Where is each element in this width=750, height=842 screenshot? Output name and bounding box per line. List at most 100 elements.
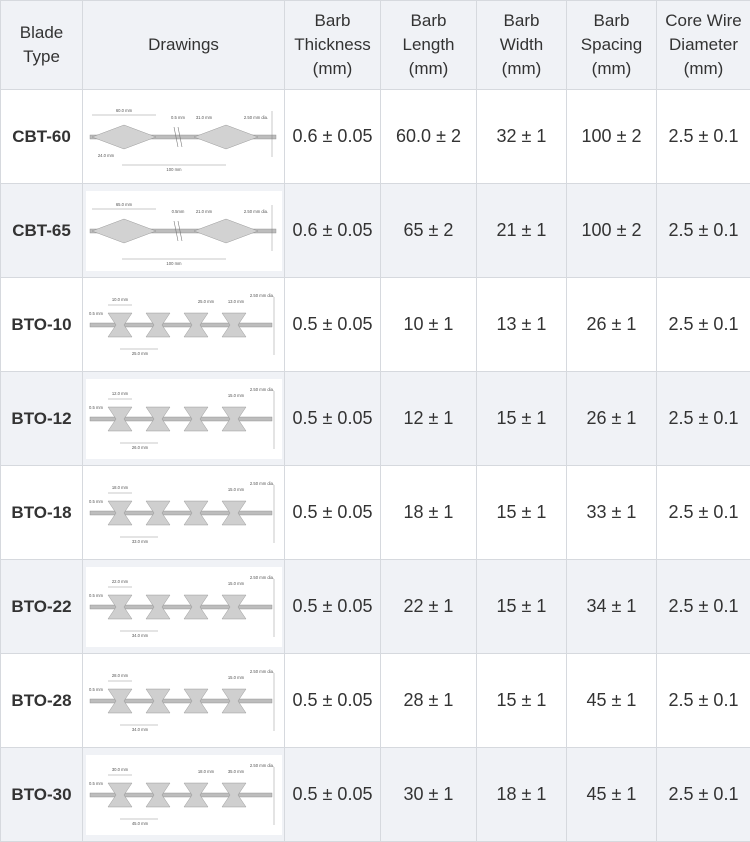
spec-value-length: 18 ± 1 <box>381 466 477 560</box>
dimension-label: 100 mm <box>166 167 182 172</box>
blade-drawing-svg: 22.0 mm0.5 mm15.0 mm2.50 mm dia.34.0 mm <box>86 567 282 647</box>
dimension-label: 0.5 mm <box>89 499 103 504</box>
column-header-line: (mm) <box>684 59 724 78</box>
table-row: BTO-1212.0 mm0.5 mm15.0 mm2.50 mm dia.26… <box>1 372 750 466</box>
dimension-label: 2.50 mm dia. <box>249 669 273 674</box>
dimension-label: 0.5mm <box>171 209 184 214</box>
table-row: BTO-2828.0 mm0.5 mm15.0 mm2.50 mm dia.34… <box>1 654 750 748</box>
spec-value-spacing: 33 ± 1 <box>567 466 657 560</box>
table-row: BTO-1010.0 mm0.5 mm25.0 mm13.0 mm2.50 mm… <box>1 278 750 372</box>
blade-type-cell: CBT-60 <box>1 90 83 184</box>
column-header: BladeType <box>1 1 83 90</box>
dimension-label: 26.0 mm <box>131 445 148 450</box>
dimension-label: 22.0 mm <box>111 579 128 584</box>
dimension-label: 0.5 mm <box>89 311 103 316</box>
dimension-label: 34.0 mm <box>131 727 148 732</box>
column-header-line: Diameter <box>669 35 738 54</box>
column-header: Core Wire Diameter (mm) <box>657 1 750 90</box>
column-header-line: Core Wire <box>665 11 742 30</box>
drawing-cell: 18.0 mm0.5 mm15.0 mm2.50 mm dia.33.0 mm <box>83 466 285 560</box>
drawing-cell: 30.0 mm0.5 mm18.0 mm35.0 mm2.50 mm dia.4… <box>83 748 285 842</box>
spec-value-thickness: 0.5 ± 0.05 <box>285 466 381 560</box>
spec-value-core: 2.5 ± 0.1 <box>657 654 750 748</box>
dimension-label: 2.50 mm dia. <box>249 387 273 392</box>
spec-value-core: 2.5 ± 0.1 <box>657 278 750 372</box>
column-header: Barb Spacing (mm) <box>567 1 657 90</box>
spec-value-spacing: 45 ± 1 <box>567 654 657 748</box>
spec-value-core: 2.5 ± 0.1 <box>657 372 750 466</box>
table-row: BTO-1818.0 mm0.5 mm15.0 mm2.50 mm dia.33… <box>1 466 750 560</box>
spec-value-thickness: 0.5 ± 0.05 <box>285 654 381 748</box>
barb-shape <box>194 125 258 149</box>
blade-drawing-svg: 30.0 mm0.5 mm18.0 mm35.0 mm2.50 mm dia.4… <box>86 755 282 835</box>
column-header-line: (mm) <box>592 59 632 78</box>
dimension-label: 60.0 mm <box>115 108 132 113</box>
spec-value-length: 60.0 ± 2 <box>381 90 477 184</box>
blade-type-cell: BTO-12 <box>1 372 83 466</box>
dimension-label: 28.0 mm <box>111 673 128 678</box>
spec-value-length: 28 ± 1 <box>381 654 477 748</box>
column-header-line: Width <box>500 35 543 54</box>
spec-value-thickness: 0.6 ± 0.05 <box>285 90 381 184</box>
column-header-line: Barb <box>411 11 447 30</box>
dimension-label: 0.5 mm <box>89 593 103 598</box>
blade-type-cell: BTO-28 <box>1 654 83 748</box>
blade-type-cell: BTO-10 <box>1 278 83 372</box>
dimension-label: 18.0 mm <box>111 485 128 490</box>
barb-shape <box>194 219 258 243</box>
header-row: BladeType Drawings Barb Thickness (mm) Barb Le… <box>1 1 750 90</box>
blade-drawing-svg: 12.0 mm0.5 mm15.0 mm2.50 mm dia.26.0 mm <box>86 379 282 459</box>
blade-drawing: 12.0 mm0.5 mm15.0 mm2.50 mm dia.26.0 mm <box>86 379 282 459</box>
column-header-line: Type <box>23 47 60 66</box>
dimension-label: 12.0 mm <box>111 391 128 396</box>
spec-value-core: 2.5 ± 0.1 <box>657 748 750 842</box>
spec-value-thickness: 0.5 ± 0.05 <box>285 372 381 466</box>
blade-drawing: 60.0 mm0.5 mm31.0 mm2.50 mm dia.24.0 mm1… <box>86 97 282 177</box>
dimension-label: 2.50 mm dia. <box>249 481 273 486</box>
column-header: BarbThickness(mm) <box>285 1 381 90</box>
spec-value-thickness: 0.5 ± 0.05 <box>285 278 381 372</box>
blade-drawing-svg: 65.0 mm0.5mm21.0 mm2.50 mm dia.100 mm <box>86 191 282 271</box>
dimension-label: 18.0 mm <box>197 769 214 774</box>
spec-value-thickness: 0.6 ± 0.05 <box>285 184 381 278</box>
dimension-label: 2.50 mm dia. <box>249 575 273 580</box>
column-header-line: (mm) <box>409 59 449 78</box>
spec-value-length: 65 ± 2 <box>381 184 477 278</box>
spec-value-width: 32 ± 1 <box>477 90 567 184</box>
blade-drawing-svg: 18.0 mm0.5 mm15.0 mm2.50 mm dia.33.0 mm <box>86 473 282 553</box>
dimension-label: 2.50 mm dia. <box>243 209 267 214</box>
column-header-line: (mm) <box>502 59 542 78</box>
barb-shape <box>92 219 156 243</box>
spec-value-length: 10 ± 1 <box>381 278 477 372</box>
blade-drawing: 10.0 mm0.5 mm25.0 mm13.0 mm2.50 mm dia.2… <box>86 285 282 365</box>
column-header-line: Length <box>403 35 455 54</box>
spec-value-spacing: 34 ± 1 <box>567 560 657 654</box>
spec-value-width: 13 ± 1 <box>477 278 567 372</box>
spec-value-spacing: 26 ± 1 <box>567 278 657 372</box>
column-header-line: Barb <box>504 11 540 30</box>
dimension-label: 2.50 mm dia. <box>243 115 267 120</box>
column-header-line: Drawings <box>148 35 219 54</box>
dimension-label: 2.50 mm dia. <box>249 763 273 768</box>
column-header: Drawings <box>83 1 285 90</box>
dimension-label: 31.0 mm <box>195 115 212 120</box>
blade-drawing-svg: 28.0 mm0.5 mm15.0 mm2.50 mm dia.34.0 mm <box>86 661 282 741</box>
table-row: CBT-6565.0 mm0.5mm21.0 mm2.50 mm dia.100… <box>1 184 750 278</box>
column-header-line: (mm) <box>313 59 353 78</box>
table-body: CBT-6060.0 mm0.5 mm31.0 mm2.50 mm dia.24… <box>1 90 750 842</box>
column-header: Barb Length (mm) <box>381 1 477 90</box>
dimension-label: 0.5 mm <box>89 781 103 786</box>
spec-value-spacing: 100 ± 2 <box>567 90 657 184</box>
column-header-line: Barb <box>594 11 630 30</box>
dimension-label: 0.5 mm <box>89 405 103 410</box>
spec-value-spacing: 45 ± 1 <box>567 748 657 842</box>
dimension-label: 0.5 mm <box>89 687 103 692</box>
blade-type-cell: BTO-30 <box>1 748 83 842</box>
dimension-label: 30.0 mm <box>111 767 128 772</box>
dimension-label: 0.5 mm <box>171 115 185 120</box>
column-header-line: Thickness <box>294 35 371 54</box>
spec-value-width: 15 ± 1 <box>477 654 567 748</box>
column-header-line: Spacing <box>581 35 642 54</box>
spec-value-width: 18 ± 1 <box>477 748 567 842</box>
dimension-label: 15.0 mm <box>227 487 244 492</box>
